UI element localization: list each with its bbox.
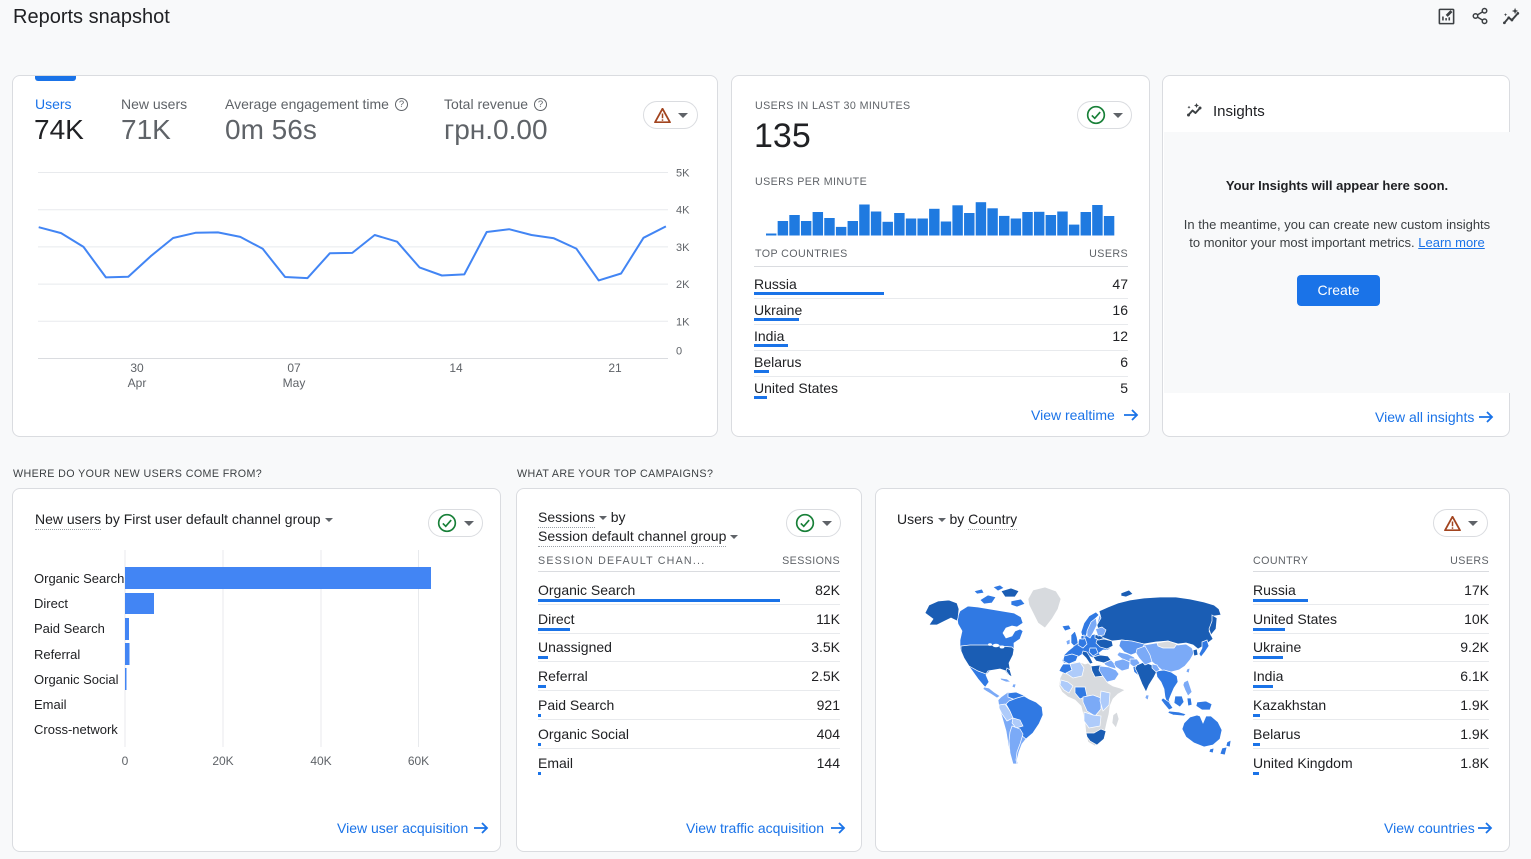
svg-text:2K: 2K xyxy=(676,279,690,291)
svg-text:60K: 60K xyxy=(408,754,429,768)
svg-text:0: 0 xyxy=(676,346,682,358)
svg-text:40K: 40K xyxy=(310,754,331,768)
svg-text:Cross-network: Cross-network xyxy=(34,722,118,737)
svg-text:Organic Social: Organic Social xyxy=(34,672,119,687)
svg-text:07: 07 xyxy=(287,361,301,375)
svg-text:21: 21 xyxy=(608,361,622,375)
svg-text:3K: 3K xyxy=(676,242,690,254)
svg-text:4K: 4K xyxy=(676,205,690,217)
svg-text:1K: 1K xyxy=(676,316,690,328)
svg-text:May: May xyxy=(283,376,306,390)
svg-text:Apr: Apr xyxy=(128,376,147,390)
svg-text:5K: 5K xyxy=(676,168,690,180)
svg-text:Email: Email xyxy=(34,697,67,712)
svg-text:Paid Search: Paid Search xyxy=(34,621,105,636)
svg-text:Referral: Referral xyxy=(34,647,80,662)
svg-text:Organic Search: Organic Search xyxy=(34,571,124,586)
svg-text:Direct: Direct xyxy=(34,596,68,611)
svg-text:30: 30 xyxy=(130,361,144,375)
svg-text:14: 14 xyxy=(449,361,463,375)
svg-text:0: 0 xyxy=(122,754,129,768)
svg-text:20K: 20K xyxy=(212,754,233,768)
